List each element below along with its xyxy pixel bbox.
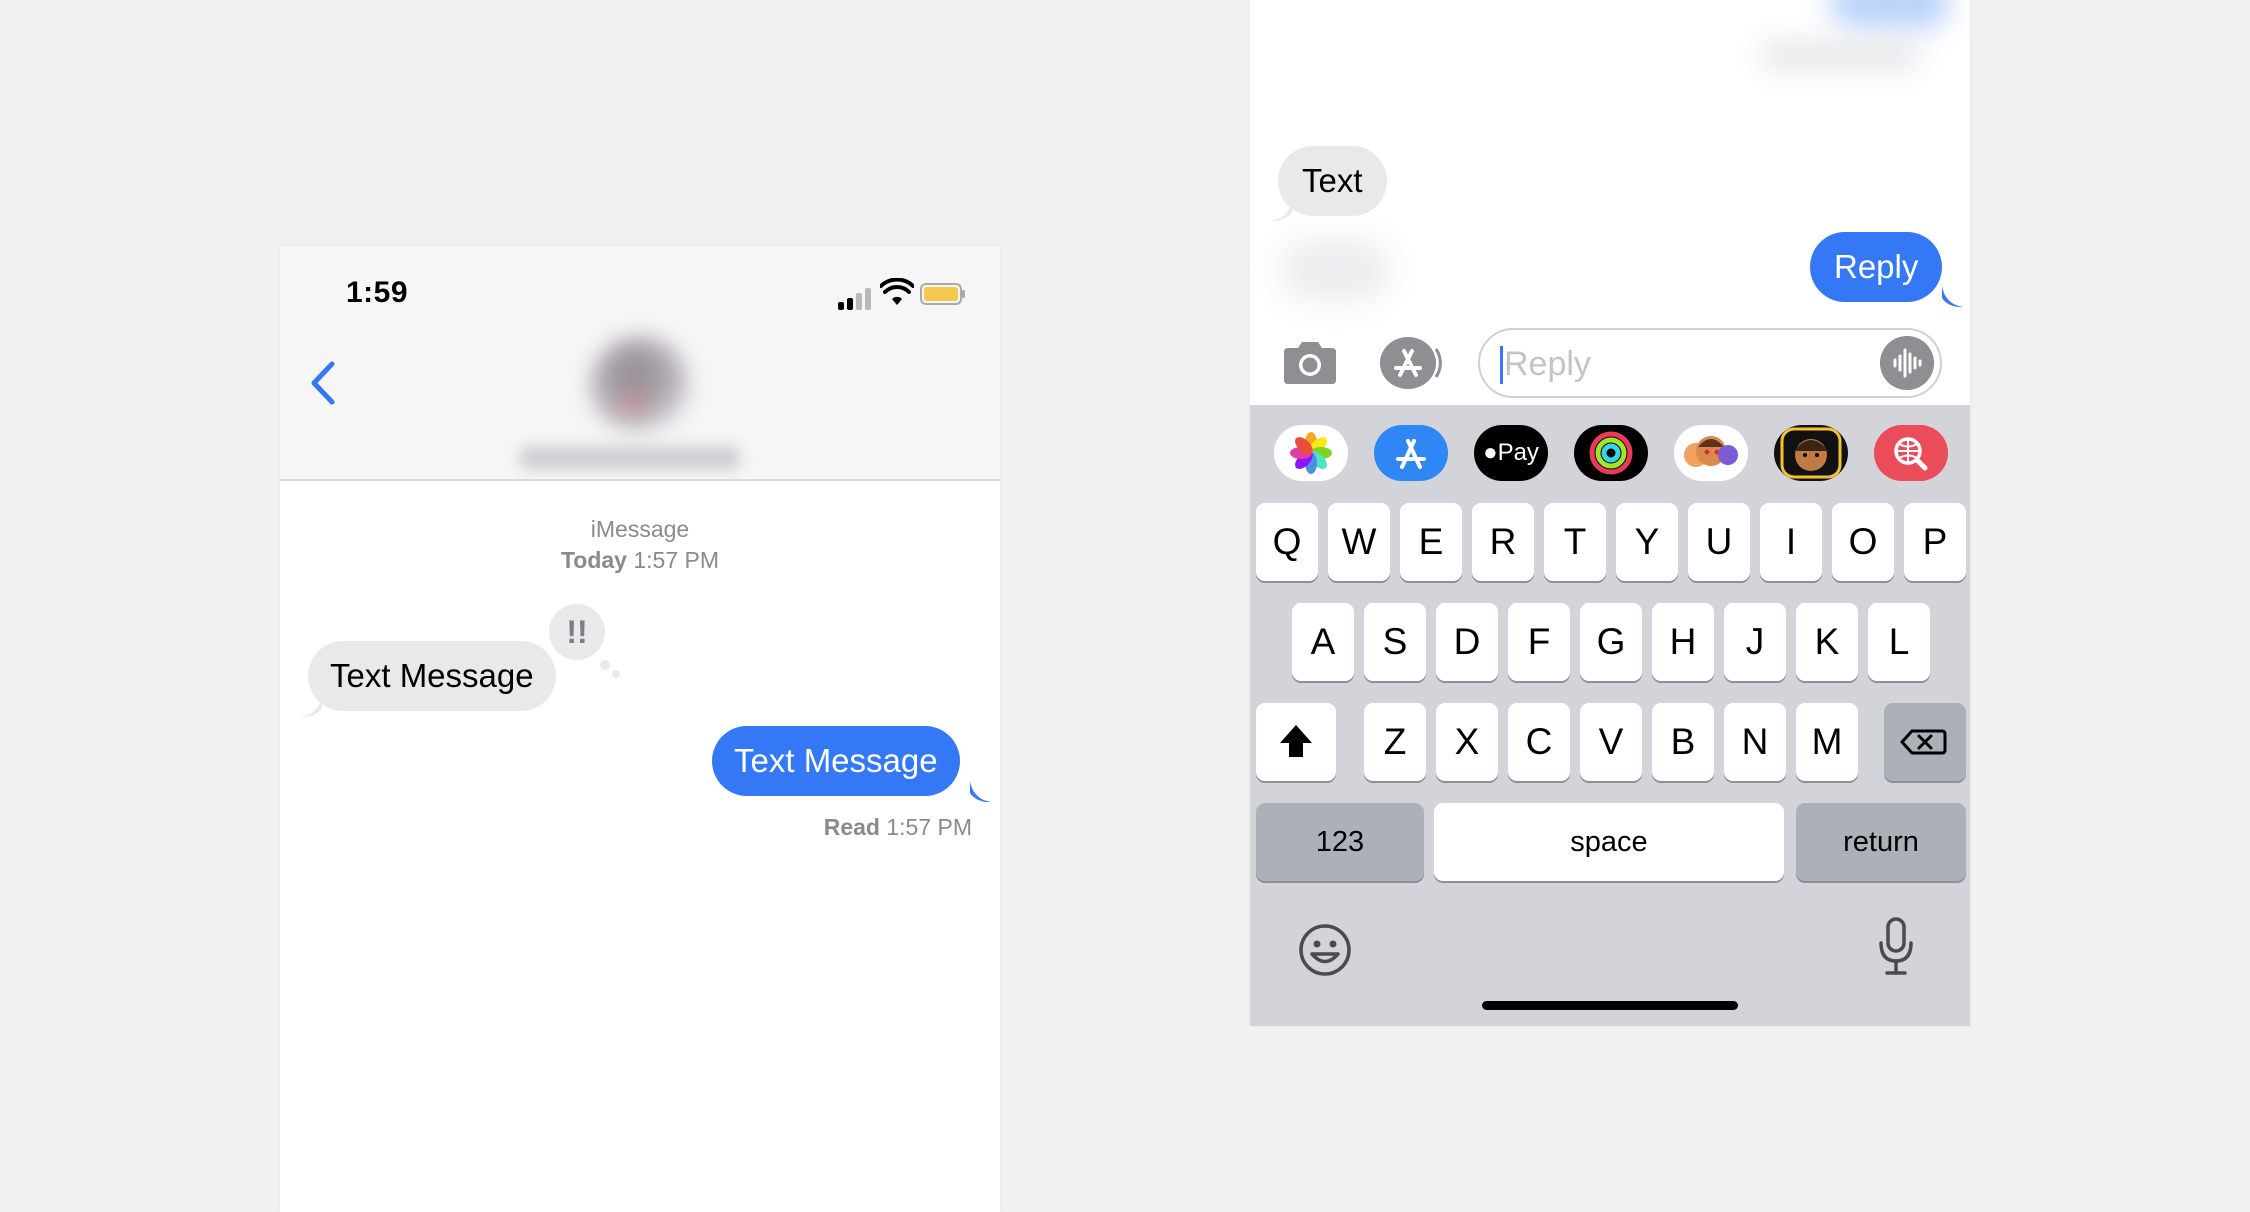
key-g[interactable]: G [1580,603,1642,681]
key-o[interactable]: O [1832,503,1894,581]
space-key[interactable]: space [1434,803,1784,881]
left-phone-screen: 1:59 iMessage Today 1:57 PM Text Message… [280,246,1000,1212]
key-w[interactable]: W [1328,503,1390,581]
read-receipt: Read 1:57 PM [824,814,972,841]
outgoing-bubble-tail [970,781,992,803]
status-bar-time: 1:59 [346,276,409,309]
key-v[interactable]: V [1580,703,1642,781]
key-s[interactable]: S [1364,603,1426,681]
delete-key[interactable] [1884,703,1966,781]
reply-input[interactable] [1504,340,1864,388]
wifi-icon [880,278,914,305]
key-f[interactable]: F [1508,603,1570,681]
key-i[interactable]: I [1760,503,1822,581]
incoming-message-bubble[interactable]: Text [1278,146,1387,216]
app-drawer: ●Pay [1250,425,1970,485]
tapback-dot [598,658,612,672]
key-a[interactable]: A [1292,603,1354,681]
key-r[interactable]: R [1472,503,1534,581]
camera-icon[interactable] [1280,340,1340,386]
key-d[interactable]: D [1436,603,1498,681]
incoming-message-bubble[interactable]: Text Message [308,641,556,711]
right-phone-screen: Text Reply Reply ●Pay Q W E R T Y U I O … [1250,0,1970,1026]
apple-pay-label: Pay [1497,439,1539,466]
keyboard: ●Pay Q W E R T Y U I O P A S D F G H J K… [1250,405,1970,1026]
conversation-header: 1:59 [280,246,1000,481]
key-u[interactable]: U [1688,503,1750,581]
emoji-icon[interactable] [1298,923,1352,977]
outgoing-message-bubble[interactable]: Reply [1810,232,1943,302]
photos-icon[interactable] [1274,425,1348,481]
key-m[interactable]: M [1796,703,1858,781]
cellular-signal-icon [838,286,872,310]
activity-icon[interactable] [1574,425,1648,481]
home-indicator[interactable] [1482,1001,1738,1010]
return-key[interactable]: return [1796,803,1966,881]
app-store-icon[interactable] [1374,425,1448,481]
apple-pay-icon[interactable]: ●Pay [1474,425,1548,481]
blurred-message [1280,240,1390,300]
contact-name-blurred[interactable] [520,446,740,470]
timestamp-day: Today [560,547,627,573]
memoji-icon[interactable] [1774,425,1848,481]
key-b[interactable]: B [1652,703,1714,781]
shift-arrow-icon [1280,725,1312,757]
key-k[interactable]: K [1796,603,1858,681]
memoji-stickers-icon[interactable] [1674,425,1748,481]
key-z[interactable]: Z [1364,703,1426,781]
key-c[interactable]: C [1508,703,1570,781]
incoming-bubble-tail [1270,200,1292,222]
audio-waveform-icon[interactable] [1880,336,1934,390]
shift-key[interactable] [1256,703,1336,781]
key-j[interactable]: J [1724,603,1786,681]
conversation-timestamp: Today 1:57 PM [280,547,1000,574]
web-images-search-icon[interactable] [1874,425,1948,481]
service-label: iMessage [590,516,690,542]
numbers-key[interactable]: 123 [1256,803,1424,881]
outgoing-bubble-tail [1942,286,1964,308]
outgoing-message-bubble[interactable]: Text Message [712,726,960,796]
key-x[interactable]: X [1436,703,1498,781]
app-store-button-icon[interactable] [1378,335,1442,391]
apple-logo-icon: ● [1483,439,1498,466]
read-time: 1:57 PM [886,814,972,840]
incoming-bubble-tail [300,696,322,718]
key-p[interactable]: P [1904,503,1966,581]
key-l[interactable]: L [1868,603,1930,681]
tapback-dot [612,670,620,678]
battery-icon [920,283,965,305]
key-y[interactable]: Y [1616,503,1678,581]
backspace-icon [1900,729,1947,755]
key-n[interactable]: N [1724,703,1786,781]
tapback-exclamation-icon[interactable]: !! [546,601,608,663]
key-q[interactable]: Q [1256,503,1318,581]
read-label: Read [823,814,880,840]
timestamp-time: 1:57 PM [633,547,720,573]
contact-avatar[interactable] [590,336,690,436]
message-compose-field[interactable] [1478,328,1942,398]
back-chevron-icon[interactable] [304,358,344,408]
key-h[interactable]: H [1652,603,1714,681]
text-caret [1500,346,1503,384]
key-t[interactable]: T [1544,503,1606,581]
blurred-message [1830,0,1950,30]
key-e[interactable]: E [1400,503,1462,581]
blurred-message [1760,40,1920,70]
microphone-icon[interactable] [1876,917,1916,977]
